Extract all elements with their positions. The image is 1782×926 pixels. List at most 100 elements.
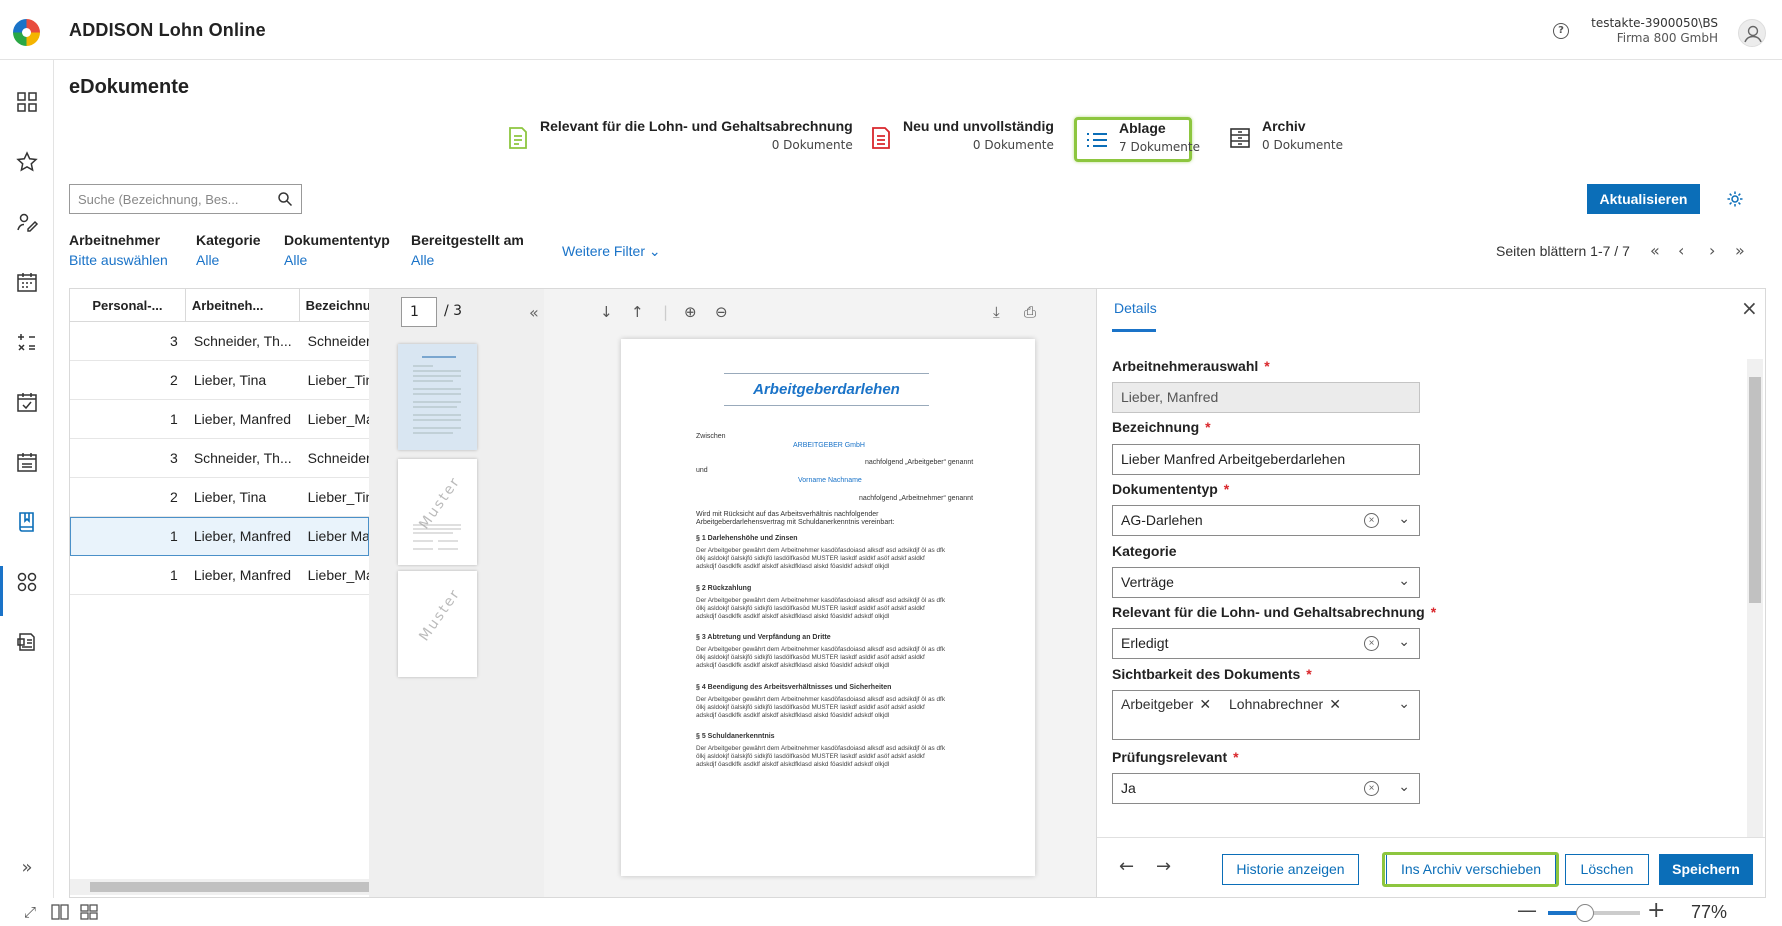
thumbnail-page-2[interactable]: Muster	[398, 459, 477, 565]
filter-value[interactable]: Alle	[411, 252, 524, 268]
search-input[interactable]: Suche (Bezeichnung, Bes...	[69, 184, 302, 214]
table-cell: 1	[170, 567, 178, 583]
chevron-down-icon[interactable]: ⌄	[1398, 510, 1410, 527]
filter-dokumententyp[interactable]: Dokumententyp Alle	[284, 232, 390, 268]
chevron-down-icon[interactable]: ⌄	[1398, 695, 1410, 712]
prev-page-icon[interactable]: ‹	[1678, 241, 1684, 260]
sichtbarkeit-multiselect[interactable]: Arbeitgeber ✕ Lohnabrechner ✕ ⌄	[1112, 690, 1420, 740]
edokumente-book-icon[interactable]	[15, 510, 39, 534]
search-icon[interactable]	[277, 191, 293, 207]
scroll-down-icon[interactable]: ↓	[600, 303, 613, 321]
category-ablage[interactable]: Ablage 7 Dokumente	[1083, 120, 1200, 154]
avatar[interactable]	[1738, 19, 1766, 47]
column-header-bezeichnung[interactable]: Bezeichnu	[300, 289, 369, 321]
zoom-in-icon[interactable]: ⊕	[684, 303, 697, 321]
zoom-out-icon[interactable]: ⊖	[715, 303, 728, 321]
horizontal-scrollbar[interactable]	[70, 879, 369, 895]
table-row[interactable]: 1 Lieber, Manfred Lieber Ma	[70, 517, 369, 556]
next-document-icon[interactable]: →	[1156, 856, 1171, 877]
bezeichnung-field[interactable]: Lieber Manfred Arbeitgeberdarlehen	[1112, 444, 1420, 475]
nav-active-indicator	[0, 566, 3, 616]
remove-chip-icon[interactable]: ✕	[1199, 696, 1211, 712]
save-button[interactable]: Speichern	[1659, 854, 1753, 885]
clear-icon[interactable]: ×	[1364, 781, 1379, 796]
vertical-scrollbar[interactable]	[1747, 359, 1763, 839]
category-count: 0 Dokumente	[771, 138, 853, 152]
delete-button[interactable]: Löschen	[1565, 854, 1649, 885]
remove-chip-icon[interactable]: ✕	[1329, 696, 1341, 712]
zoom-out-button[interactable]: —	[1517, 898, 1537, 922]
filter-bereitgestellt[interactable]: Bereitgestellt am Alle	[411, 232, 524, 268]
app-logo[interactable]	[13, 19, 40, 46]
first-page-icon[interactable]: «	[1650, 241, 1660, 260]
table-row[interactable]: 2 Lieber, Tina Lieber_Tin	[70, 361, 369, 400]
dashboard-icon[interactable]	[15, 90, 39, 114]
pruefung-select[interactable]: Ja × ⌄	[1112, 773, 1420, 804]
column-header-personal[interactable]: Personal-...	[70, 289, 186, 321]
thumbnail-page-3[interactable]: Muster	[398, 571, 477, 677]
clear-icon[interactable]: ×	[1364, 636, 1379, 651]
filter-kategorie[interactable]: Kategorie Alle	[196, 232, 261, 268]
category-archiv[interactable]: Archiv 0 Dokumente	[1226, 118, 1343, 152]
table-row[interactable]: 1 Lieber, Manfred Lieber_Ma	[70, 400, 369, 439]
filter-value[interactable]: Alle	[284, 252, 390, 268]
employee-edit-icon[interactable]	[15, 210, 39, 234]
page-total: / 3	[444, 303, 463, 319]
left-navigation: »	[0, 60, 54, 926]
tab-active-indicator	[1112, 329, 1156, 332]
chevron-down-icon[interactable]: ⌄	[1398, 572, 1410, 589]
table-row[interactable]: 3 Schneider, Th... Schneider	[70, 322, 369, 361]
scrollbar-thumb[interactable]	[1749, 377, 1761, 603]
relevant-select[interactable]: Erledigt × ⌄	[1112, 628, 1420, 659]
table-row[interactable]: 3 Schneider, Th... Schneider	[70, 439, 369, 478]
user-company-name[interactable]: Firma 800 GmbH	[1617, 31, 1718, 45]
print-icon[interactable]: ⎙	[1024, 303, 1036, 321]
calendar-list-icon[interactable]	[15, 450, 39, 474]
kategorie-select[interactable]: Verträge ⌄	[1112, 567, 1420, 598]
filter-value[interactable]: Bitte auswählen	[69, 252, 168, 268]
split-view-icon[interactable]	[51, 904, 69, 920]
table-row[interactable]: 1 Lieber, Manfred Lieber_Ma	[70, 556, 369, 595]
refresh-button[interactable]: Aktualisieren	[1587, 184, 1700, 214]
more-filters-toggle[interactable]: Weitere Filter ⌄	[562, 243, 661, 260]
table-cell: Lieber_Tin	[307, 489, 369, 505]
modules-icon[interactable]	[15, 570, 39, 594]
close-icon[interactable]: ×	[1741, 296, 1758, 320]
expand-icon[interactable]: ⤢	[24, 903, 36, 921]
filter-arbeitnehmer[interactable]: Arbeitnehmer Bitte auswählen	[69, 232, 168, 268]
star-icon[interactable]	[15, 150, 39, 174]
next-page-icon[interactable]: ›	[1709, 241, 1715, 260]
thumbnail-page-1[interactable]	[398, 344, 477, 450]
chevron-down-icon[interactable]: ⌄	[1398, 633, 1410, 650]
grid-view-icon[interactable]	[80, 904, 98, 920]
scroll-up-icon[interactable]: ↑	[631, 303, 644, 321]
zoom-slider[interactable]	[1548, 904, 1640, 922]
dokumententyp-select[interactable]: AG-Darlehen × ⌄	[1112, 505, 1420, 536]
last-page-icon[interactable]: »	[1735, 241, 1745, 260]
reports-icon[interactable]	[15, 630, 39, 654]
clear-icon[interactable]: ×	[1364, 513, 1379, 528]
collapse-thumbnails-icon[interactable]: «	[529, 303, 539, 322]
calendar-icon[interactable]	[15, 270, 39, 294]
download-icon[interactable]: ⤓	[993, 303, 1000, 321]
expand-nav-icon[interactable]: »	[15, 855, 39, 879]
user-account-name[interactable]: testakte-3900050\BS	[1591, 16, 1718, 30]
chevron-down-icon[interactable]: ⌄	[1398, 778, 1410, 795]
calendar-check-icon[interactable]	[15, 390, 39, 414]
doc-paragraph-line: ölkj asldokjf öalskjfö sidkjfö lasdölfka…	[696, 703, 925, 711]
category-relevant[interactable]: Relevant für die Lohn- und Gehaltsabrech…	[504, 118, 853, 152]
calculator-icon[interactable]	[15, 330, 39, 354]
category-neu[interactable]: Neu und unvollständig 0 Dokumente	[867, 118, 1054, 152]
tab-details[interactable]: Details	[1114, 300, 1157, 316]
table-row[interactable]: 2 Lieber, Tina Lieber_Tin	[70, 478, 369, 517]
filter-value[interactable]: Alle	[196, 252, 261, 268]
previous-document-icon[interactable]: ←	[1119, 856, 1134, 877]
zoom-slider-knob[interactable]	[1575, 904, 1594, 922]
zoom-in-button[interactable]: +	[1647, 898, 1665, 923]
page-number-input[interactable]: 1	[401, 297, 437, 327]
scrollbar-thumb[interactable]	[90, 882, 369, 892]
history-button[interactable]: Historie anzeigen	[1222, 854, 1359, 885]
help-icon[interactable]: ?	[1553, 23, 1569, 39]
column-header-arbeitnehmer[interactable]: Arbeitneh...	[186, 289, 300, 321]
gear-icon[interactable]	[1726, 190, 1744, 208]
